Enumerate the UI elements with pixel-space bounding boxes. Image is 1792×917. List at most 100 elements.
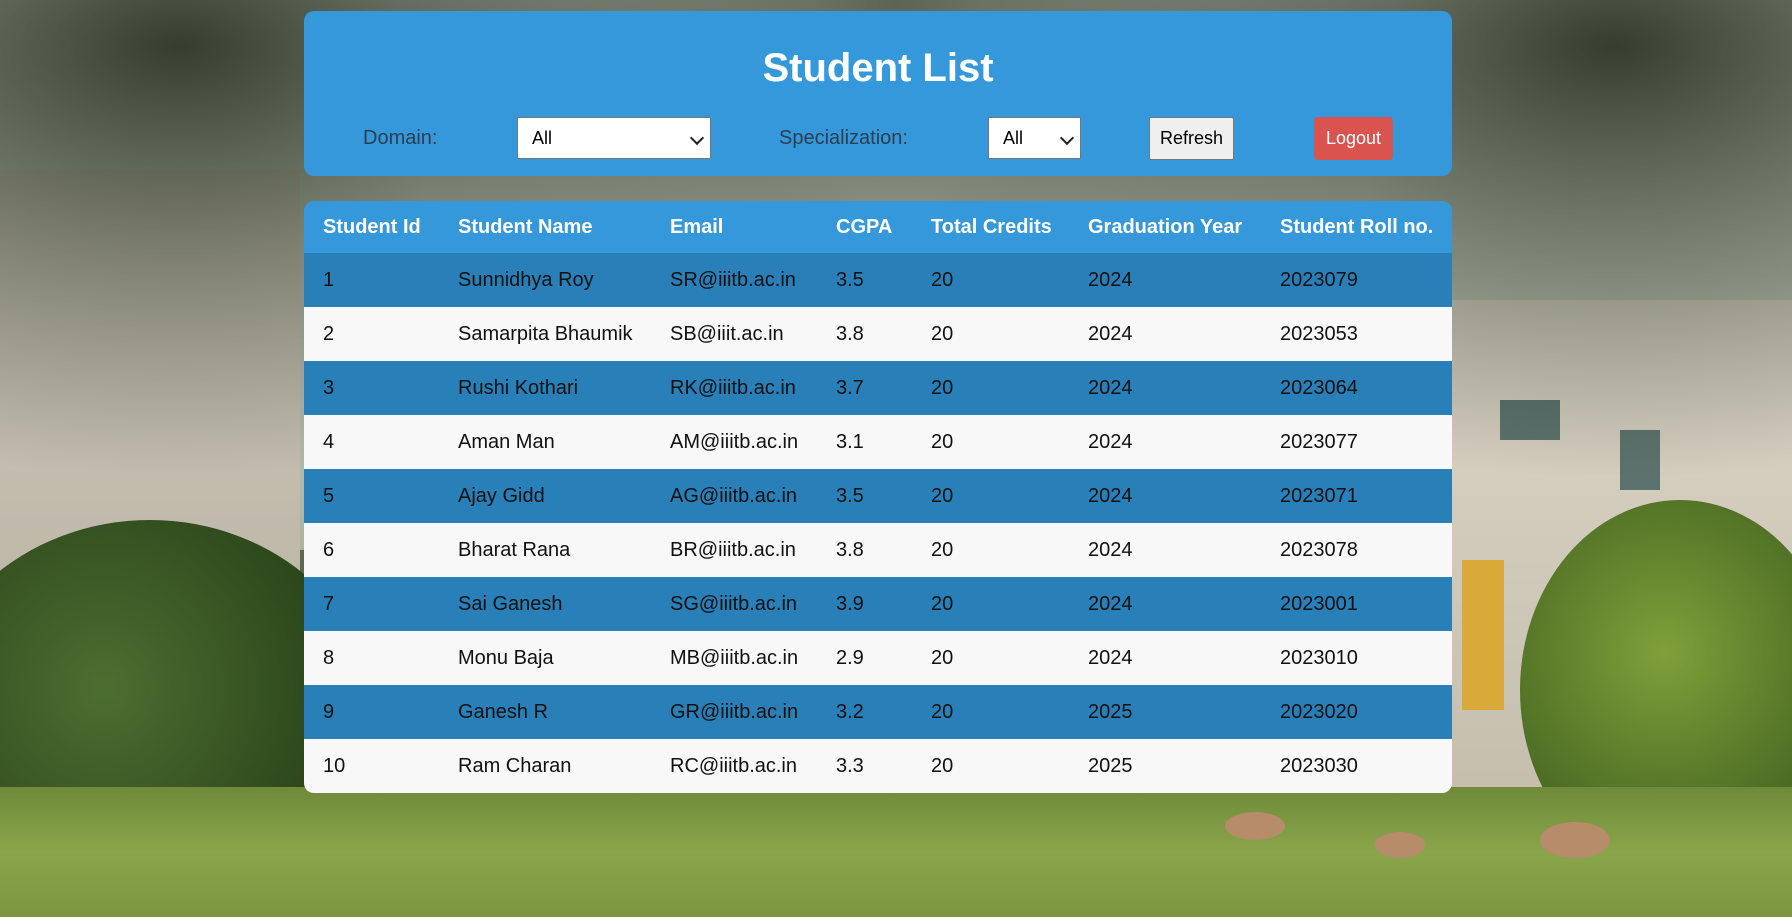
cell-roll-no: 2023064 <box>1261 361 1452 415</box>
logout-button[interactable]: Logout <box>1314 117 1393 160</box>
page-title: Student List <box>762 46 994 90</box>
cell-total-credits: 20 <box>912 577 1069 631</box>
cell-cgpa: 3.8 <box>817 307 912 361</box>
cell-student-id: 9 <box>304 685 439 739</box>
cell-roll-no: 2023078 <box>1261 523 1452 577</box>
table-row: 10 Ram Charan RC@iiitb.ac.in 3.3 20 2025 20230… <box>304 739 1452 793</box>
cell-total-credits: 20 <box>912 415 1069 469</box>
cell-roll-no: 2023053 <box>1261 307 1452 361</box>
header-panel: Student List Domain: All Specialization:… <box>304 11 1452 176</box>
cell-email: SB@iiit.ac.in <box>651 307 817 361</box>
column-header-student-id: Student Id <box>304 201 439 253</box>
cell-roll-no: 2023030 <box>1261 739 1452 793</box>
cell-roll-no: 2023077 <box>1261 415 1452 469</box>
cell-student-name: Rushi Kothari <box>439 361 651 415</box>
cell-email: SR@iiitb.ac.in <box>651 253 817 307</box>
student-table-card: Student Id Student Name Email CGPA Total… <box>304 201 1452 793</box>
cell-graduation-year: 2024 <box>1069 361 1261 415</box>
cell-student-name: Monu Baja <box>439 631 651 685</box>
cell-roll-no: 2023020 <box>1261 685 1452 739</box>
cell-student-name: Samarpita Bhaumik <box>439 307 651 361</box>
cell-student-id: 8 <box>304 631 439 685</box>
cell-student-name: Ram Charan <box>439 739 651 793</box>
column-header-student-name: Student Name <box>439 201 651 253</box>
cell-cgpa: 3.8 <box>817 523 912 577</box>
cell-graduation-year: 2024 <box>1069 307 1261 361</box>
cell-student-id: 6 <box>304 523 439 577</box>
domain-label: Domain: <box>363 127 438 149</box>
domain-select[interactable]: All <box>517 117 711 159</box>
chevron-down-icon <box>1059 130 1075 146</box>
table-row: 5 Ajay Gidd AG@iiitb.ac.in 3.5 20 2024 2023071 <box>304 469 1452 523</box>
cell-student-id: 5 <box>304 469 439 523</box>
column-header-cgpa: CGPA <box>817 201 912 253</box>
cell-student-name: Sai Ganesh <box>439 577 651 631</box>
cell-cgpa: 3.5 <box>817 253 912 307</box>
cell-email: SG@iiitb.ac.in <box>651 577 817 631</box>
specialization-label: Specialization: <box>779 127 908 149</box>
cell-student-id: 3 <box>304 361 439 415</box>
cell-graduation-year: 2024 <box>1069 631 1261 685</box>
chevron-down-icon <box>689 130 705 146</box>
table-row: 3 Rushi Kothari RK@iiitb.ac.in 3.7 20 2024 202… <box>304 361 1452 415</box>
cell-student-id: 1 <box>304 253 439 307</box>
cell-cgpa: 3.1 <box>817 415 912 469</box>
cell-total-credits: 20 <box>912 253 1069 307</box>
table-row: 8 Monu Baja MB@iiitb.ac.in 2.9 20 2024 2023010 <box>304 631 1452 685</box>
cell-cgpa: 3.9 <box>817 577 912 631</box>
table-row: 7 Sai Ganesh SG@iiitb.ac.in 3.9 20 2024 202300… <box>304 577 1452 631</box>
column-header-graduation-year: Graduation Year <box>1069 201 1261 253</box>
cell-email: BR@iiitb.ac.in <box>651 523 817 577</box>
column-header-email: Email <box>651 201 817 253</box>
cell-graduation-year: 2024 <box>1069 469 1261 523</box>
table-row: 2 Samarpita Bhaumik SB@iiit.ac.in 3.8 20 2024… <box>304 307 1452 361</box>
refresh-button[interactable]: Refresh <box>1149 117 1234 160</box>
cell-student-id: 7 <box>304 577 439 631</box>
cell-cgpa: 2.9 <box>817 631 912 685</box>
table-header-row: Student Id Student Name Email CGPA Total… <box>304 201 1452 253</box>
cell-email: GR@iiitb.ac.in <box>651 685 817 739</box>
cell-email: RC@iiitb.ac.in <box>651 739 817 793</box>
cell-total-credits: 20 <box>912 685 1069 739</box>
cell-student-name: Bharat Rana <box>439 523 651 577</box>
cell-total-credits: 20 <box>912 469 1069 523</box>
cell-total-credits: 20 <box>912 631 1069 685</box>
cell-graduation-year: 2024 <box>1069 523 1261 577</box>
cell-roll-no: 2023071 <box>1261 469 1452 523</box>
cell-cgpa: 3.7 <box>817 361 912 415</box>
table-row: 9 Ganesh R GR@iiitb.ac.in 3.2 20 2025 2023020 <box>304 685 1452 739</box>
cell-graduation-year: 2024 <box>1069 415 1261 469</box>
student-table: Student Id Student Name Email CGPA Total… <box>304 201 1452 793</box>
cell-graduation-year: 2024 <box>1069 253 1261 307</box>
cell-graduation-year: 2025 <box>1069 739 1261 793</box>
cell-student-id: 4 <box>304 415 439 469</box>
cell-email: MB@iiitb.ac.in <box>651 631 817 685</box>
cell-roll-no: 2023010 <box>1261 631 1452 685</box>
cell-roll-no: 2023001 <box>1261 577 1452 631</box>
cell-graduation-year: 2025 <box>1069 685 1261 739</box>
specialization-select[interactable]: All <box>988 117 1081 159</box>
cell-student-id: 2 <box>304 307 439 361</box>
cell-roll-no: 2023079 <box>1261 253 1452 307</box>
table-body: 1 Sunnidhya Roy SR@iiitb.ac.in 3.5 20 2024 202… <box>304 253 1452 793</box>
table-row: 6 Bharat Rana BR@iiitb.ac.in 3.8 20 2024 20230… <box>304 523 1452 577</box>
table-row: 4 Aman Man AM@iiitb.ac.in 3.1 20 2024 2023077 <box>304 415 1452 469</box>
cell-email: RK@iiitb.ac.in <box>651 361 817 415</box>
specialization-select-value: All <box>1003 128 1024 148</box>
cell-email: AM@iiitb.ac.in <box>651 415 817 469</box>
cell-graduation-year: 2024 <box>1069 577 1261 631</box>
cell-student-name: Sunnidhya Roy <box>439 253 651 307</box>
table-row: 1 Sunnidhya Roy SR@iiitb.ac.in 3.5 20 2024 202… <box>304 253 1452 307</box>
cell-cgpa: 3.5 <box>817 469 912 523</box>
domain-select-value: All <box>532 128 553 148</box>
cell-student-id: 10 <box>304 739 439 793</box>
cell-cgpa: 3.2 <box>817 685 912 739</box>
cell-total-credits: 20 <box>912 307 1069 361</box>
column-header-roll-no: Student Roll no. <box>1261 201 1452 253</box>
cell-cgpa: 3.3 <box>817 739 912 793</box>
cell-student-name: Aman Man <box>439 415 651 469</box>
cell-email: AG@iiitb.ac.in <box>651 469 817 523</box>
cell-total-credits: 20 <box>912 739 1069 793</box>
cell-student-name: Ajay Gidd <box>439 469 651 523</box>
cell-total-credits: 20 <box>912 523 1069 577</box>
